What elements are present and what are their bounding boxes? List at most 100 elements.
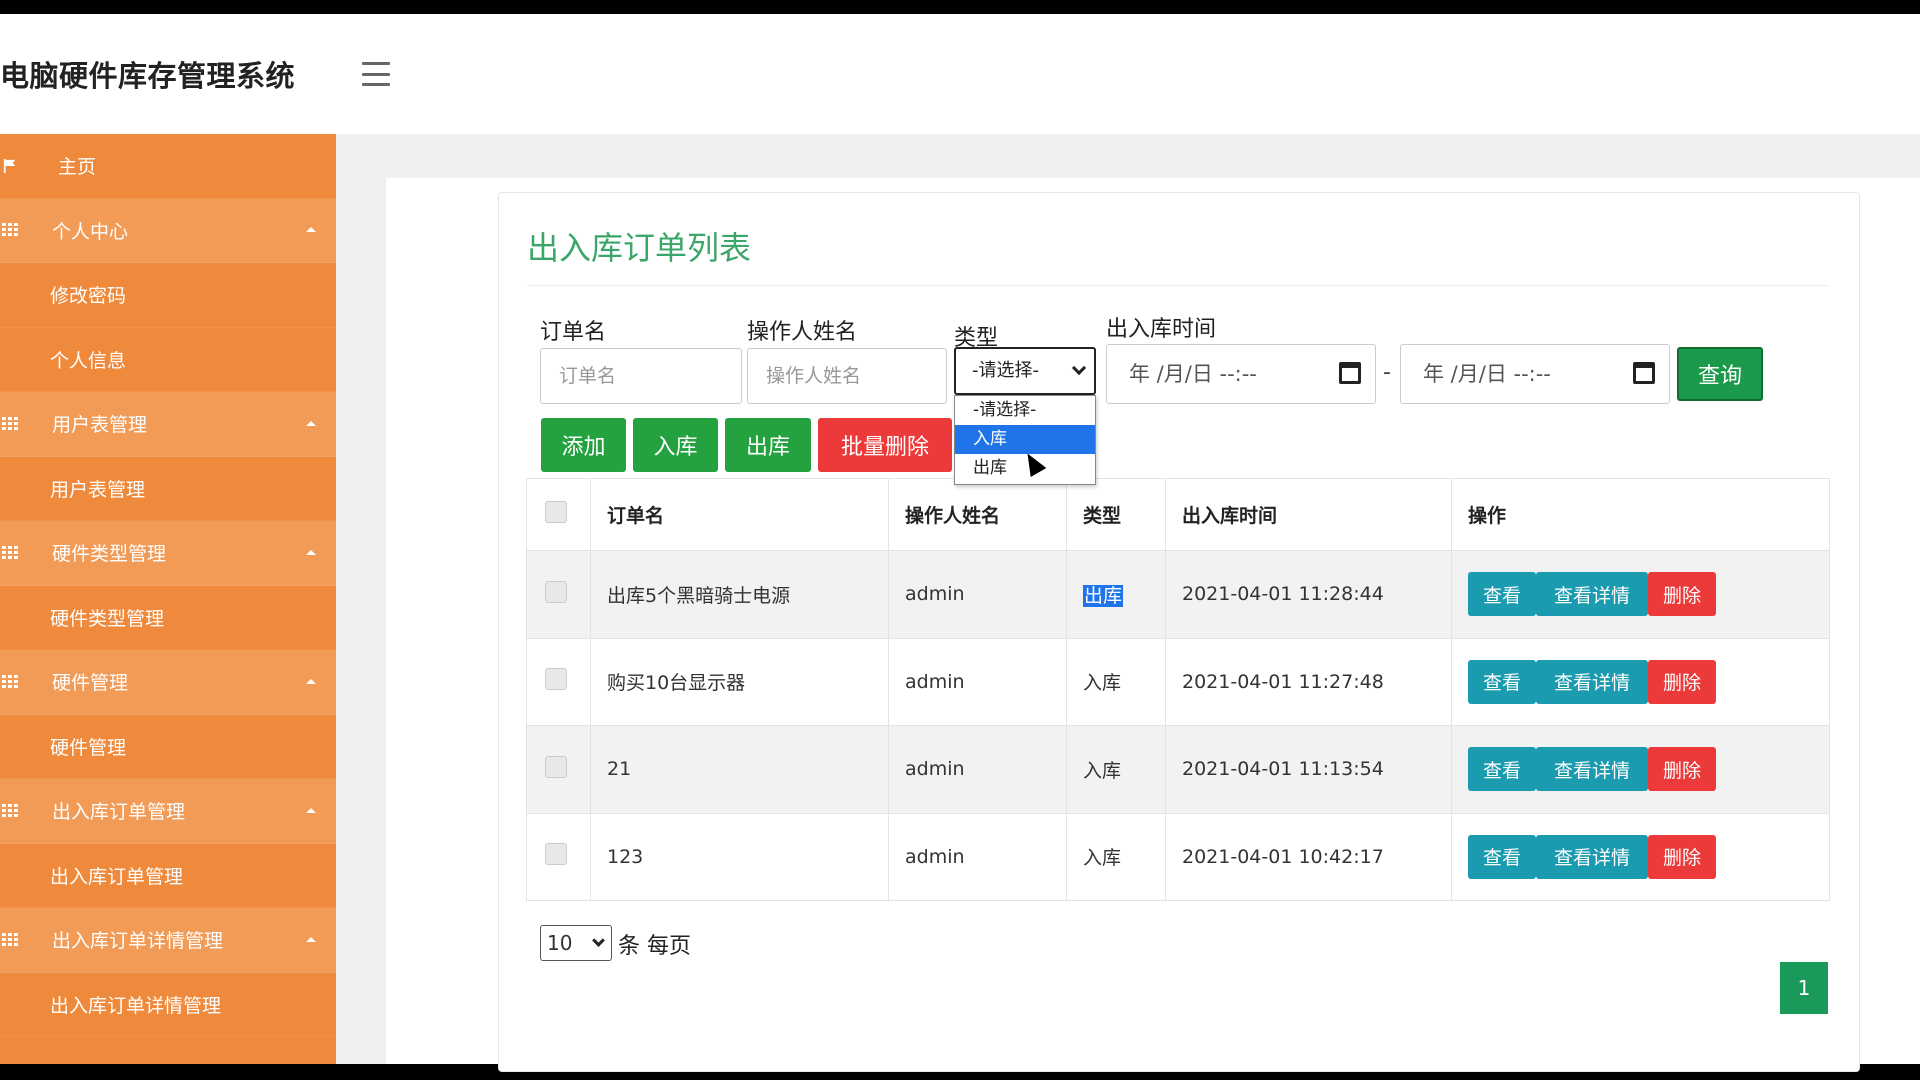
sidebar-item[interactable]: 主页 [0,134,336,199]
view-button[interactable]: 查看 [1468,834,1536,879]
view-detail-button[interactable]: 查看详情 [1536,747,1648,792]
operator-cell: admin [888,725,1067,814]
row-select-cell [526,550,591,639]
order-name-cell: 123 [590,812,889,901]
sidebar-item[interactable]: 硬件管理 [0,650,336,715]
page-number-button[interactable]: 1 [1780,962,1828,1014]
table-row: 购买10台显示器 admin 入库 2021-04-01 11:27:48 查看 查看详情… [526,637,1830,726]
date-start-input[interactable]: 年 /月/日 --:-- [1106,344,1376,404]
row-checkbox[interactable] [545,668,567,691]
grid-icon [2,803,18,818]
operator-cell: admin [888,637,1067,726]
orders-table: 订单名 操作人姓名 类型 出入库时间 操作 出库5个黑暗骑士电源 admin 出库 2… [526,478,1830,901]
time-cell: 2021-04-01 10:42:17 [1165,812,1452,901]
sidebar-item-label: 出入库订单详情管理 [50,994,222,1017]
sidebar-item[interactable]: 个人中心 [0,198,336,263]
actions-cell: 查看 查看详情 删除 [1451,550,1830,639]
row-select-cell [526,812,591,901]
sidebar-item[interactable]: 用户表管理 [0,392,336,457]
sidebar-item-label: 个人中心 [52,220,129,243]
type-value: 入库 [1083,847,1122,870]
sidebar-item[interactable]: 硬件管理 [0,714,336,779]
stock-out-button[interactable]: 出库 [725,418,811,472]
grid-icon [2,674,18,689]
type-value: 出库 [1083,584,1124,607]
row-checkbox[interactable] [545,580,567,603]
order-name-input[interactable]: 订单名 [540,348,742,404]
delete-button[interactable]: 删除 [1648,659,1716,704]
sidebar-item[interactable]: 出入库订单详情管理 [0,972,336,1037]
type-option[interactable]: -请选择- [955,396,1095,425]
row-checkbox[interactable] [545,843,567,866]
type-cell: 出库 [1066,550,1166,639]
sidebar-item[interactable]: 出入库订单详情管理 [0,908,336,973]
operator-cell: admin [888,812,1067,901]
divider [527,285,1829,286]
view-detail-button[interactable]: 查看详情 [1536,834,1648,879]
sidebar-item-label: 主页 [58,156,97,179]
operator-input[interactable]: 操作人姓名 [747,348,947,404]
col-header: 操作 [1451,478,1830,551]
query-button[interactable]: 查询 [1677,347,1763,401]
view-button[interactable]: 查看 [1468,659,1536,704]
sidebar-item-label: 用户表管理 [52,414,148,437]
select-all-checkbox[interactable] [545,501,567,523]
chevron-down-icon [592,934,605,947]
type-select[interactable]: -请选择- [954,347,1096,395]
type-value: 入库 [1083,759,1122,782]
view-button[interactable]: 查看 [1468,572,1536,617]
caret-up-icon [306,678,316,684]
stock-in-button[interactable]: 入库 [633,418,718,472]
actions-cell: 查看 查看详情 删除 [1451,725,1830,814]
view-detail-button[interactable]: 查看详情 [1536,659,1648,704]
table-row: 出库5个黑暗骑士电源 admin 出库 2021-04-01 11:28:44 查看 查看… [526,550,1830,639]
actions-cell: 查看 查看详情 删除 [1451,637,1830,726]
sidebar-item[interactable]: 硬件类型管理 [0,585,336,650]
caret-up-icon [306,227,316,233]
calendar-icon[interactable] [1339,362,1361,384]
time-cell: 2021-04-01 11:28:44 [1165,550,1452,639]
col-header: 操作人姓名 [888,478,1067,551]
order-name-cell: 21 [590,725,889,814]
date-end-input[interactable]: 年 /月/日 --:-- [1400,344,1670,404]
delete-button[interactable]: 删除 [1648,572,1716,617]
sidebar-item[interactable]: 修改密码 [0,263,336,328]
sidebar-item-label: 出入库订单详情管理 [52,930,224,953]
grid-icon [2,416,18,431]
view-detail-button[interactable]: 查看详情 [1536,572,1648,617]
calendar-icon[interactable] [1633,362,1655,384]
page-size-select[interactable]: 10 [540,925,612,961]
sidebar-item[interactable]: 出入库订单管理 [0,779,336,844]
sidebar-item-label: 用户表管理 [50,478,146,501]
time-label: 出入库时间 [1106,317,1217,342]
sidebar-item[interactable]: 出入库订单管理 [0,843,336,908]
view-button[interactable]: 查看 [1468,747,1536,792]
row-checkbox[interactable] [545,755,567,778]
row-select-cell [526,637,591,726]
type-dropdown-list: -请选择- 入库 出库 [954,395,1096,485]
hamburger-menu-icon[interactable] [362,62,390,86]
table-row: 21 admin 入库 2021-04-01 11:13:54 查看 查看详情 删除 [526,725,1830,814]
grid-icon [2,545,18,560]
sidebar-item-label: 出入库订单管理 [52,801,186,824]
delete-button[interactable]: 删除 [1648,834,1716,879]
delete-button[interactable]: 删除 [1648,747,1716,792]
date-separator: - [1383,360,1391,385]
sidebar-item[interactable]: 硬件类型管理 [0,521,336,586]
page-size-value: 10 [547,931,573,955]
caret-up-icon [306,807,316,813]
sidebar-item[interactable]: 用户表管理 [0,456,336,521]
batch-delete-button[interactable]: 批量删除 [818,418,952,472]
type-option-highlighted[interactable]: 入库 [955,425,1095,454]
flag-icon [3,158,16,173]
add-button[interactable]: 添加 [541,418,626,472]
sidebar-item-label: 个人信息 [50,349,127,372]
col-header: 出入库时间 [1165,478,1452,551]
type-cell: 入库 [1066,725,1166,814]
col-header: 订单名 [590,478,889,551]
order-name-cell: 出库5个黑暗骑士电源 [590,550,889,639]
sidebar-item[interactable]: 个人信息 [0,327,336,392]
sidebar-item-label: 硬件类型管理 [50,607,165,630]
sidebar-item-label: 出入库订单管理 [50,865,184,888]
type-value: 入库 [1083,672,1122,695]
